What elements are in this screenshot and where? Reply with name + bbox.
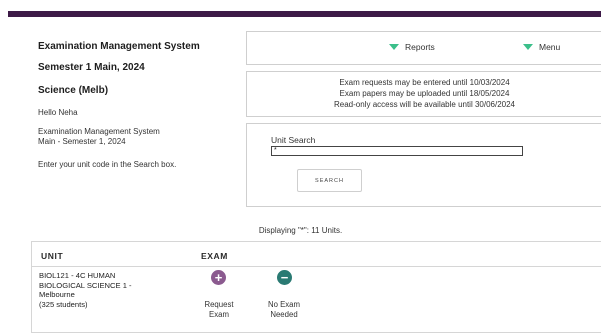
no-exam-label-line1: No Exam xyxy=(267,300,301,309)
system-title: Examination Management System xyxy=(38,41,200,52)
navigation-box: Reports Menu xyxy=(246,31,601,65)
menu-dropdown[interactable]: Menu xyxy=(523,42,560,52)
request-deadline: Exam requests may be entered until 10/03… xyxy=(339,78,510,87)
search-instruction: Enter your unit code in the Search box. xyxy=(38,160,177,169)
results-count: Displaying "*": 11 Units. xyxy=(258,226,343,235)
request-label-line2: Exam xyxy=(209,309,229,319)
unit-campus-line: Melbourne xyxy=(39,290,75,299)
unit-column-header: UNIT xyxy=(41,251,64,261)
search-label: Unit Search xyxy=(271,135,316,145)
units-table: UNIT EXAM BIOL121 - 4C HUMAN BIOLOGICAL … xyxy=(31,241,601,333)
no-exam-needed-button[interactable]: No Exam Needed xyxy=(254,300,314,319)
sub-semester-title: Main - Semester 1, 2024 xyxy=(38,137,126,146)
search-input[interactable] xyxy=(271,146,523,156)
minus-circle-icon[interactable]: − xyxy=(277,270,292,285)
reports-label: Reports xyxy=(405,42,435,52)
search-panel: Unit Search SEARCH xyxy=(246,123,601,207)
plus-circle-icon[interactable]: + xyxy=(211,270,226,285)
header-divider xyxy=(32,266,601,267)
unit-students-line: (325 students) xyxy=(39,299,88,309)
deadline-info-box: Exam requests may be entered until 10/03… xyxy=(246,71,601,117)
reports-dropdown[interactable]: Reports xyxy=(389,42,435,52)
brand-strip xyxy=(8,11,601,17)
triangle-down-icon xyxy=(389,44,399,50)
no-exam-label-line2: Needed xyxy=(270,309,298,319)
semester-title: Semester 1 Main, 2024 xyxy=(38,62,145,73)
readonly-deadline: Read-only access will be available until… xyxy=(334,100,515,109)
unit-title-line: BIOLOGICAL SCIENCE 1 - xyxy=(39,280,132,290)
request-label-line1: Request xyxy=(204,300,234,309)
triangle-down-icon xyxy=(523,44,533,50)
exam-column-header: EXAM xyxy=(201,251,228,261)
sub-system-title: Examination Management System xyxy=(38,127,160,136)
search-button[interactable]: SEARCH xyxy=(297,169,362,192)
request-exam-button[interactable]: Request Exam xyxy=(189,300,249,319)
faculty-title: Science (Melb) xyxy=(38,85,109,96)
unit-name: BIOL121 - 4C HUMAN BIOLOGICAL SCIENCE 1 … xyxy=(39,271,174,309)
top-bar xyxy=(0,0,601,17)
greeting: Hello Neha xyxy=(38,108,78,117)
menu-label: Menu xyxy=(539,42,561,52)
unit-code-line: BIOL121 - 4C HUMAN xyxy=(39,271,116,280)
upload-deadline: Exam papers may be uploaded until 18/05/… xyxy=(339,89,510,98)
